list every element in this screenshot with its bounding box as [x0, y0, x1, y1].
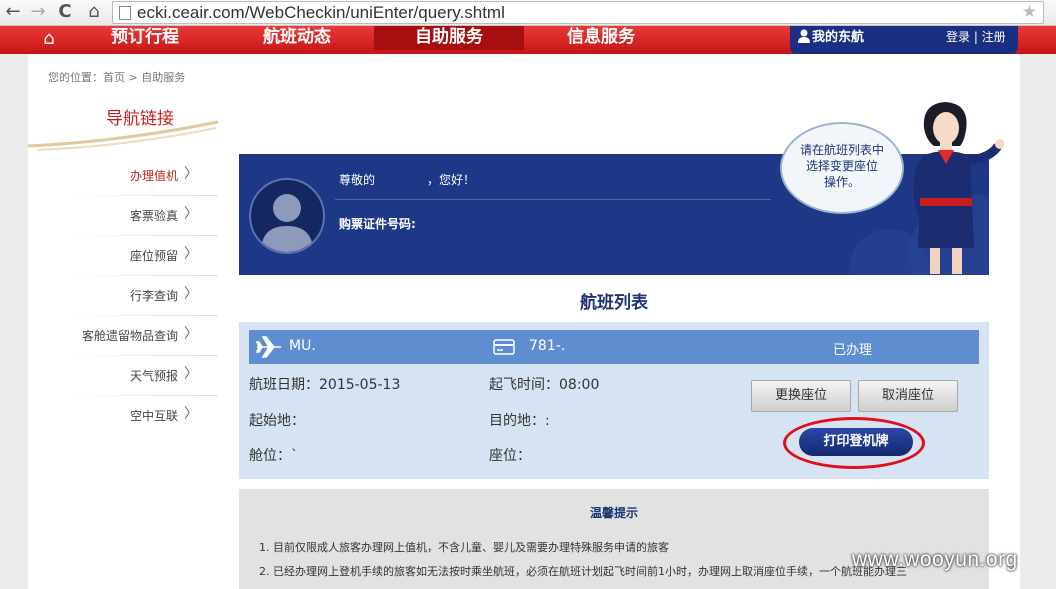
- sidebar-item-baggage[interactable]: 行李查询 〉: [28, 276, 218, 316]
- nav-item-flight-status[interactable]: 航班动态: [222, 26, 372, 50]
- nav-item-self-service[interactable]: 自助服务: [374, 26, 524, 50]
- browser-home-button[interactable]: ⌂: [83, 1, 105, 23]
- departure-time: 起飞时间：08:00: [489, 377, 600, 393]
- tip-item: 2. 已经办理网上登机手续的旅客如无法按时乘坐航班，必须在航班计划起飞时间前1小…: [259, 565, 907, 578]
- sidebar-item-label: 办理值机: [129, 169, 178, 183]
- sidebar-item-label: 客票验真: [129, 209, 178, 223]
- flight-number: MU.: [289, 338, 316, 354]
- reload-icon: C: [58, 1, 72, 22]
- checkin-status: 已办理: [833, 343, 873, 358]
- cabin-class: 舱位：`: [249, 448, 298, 464]
- speech-line: 请在航班列表中: [799, 143, 884, 157]
- speech-text: 请在航班列表中 选择变更座位 操作。: [782, 142, 902, 190]
- speech-bubble: 请在航班列表中 选择变更座位 操作。: [780, 122, 904, 214]
- forward-arrow-icon: →: [30, 1, 46, 22]
- breadcrumb: 您的位置：首页 > 自助服务: [48, 71, 186, 84]
- cancel-seat-button[interactable]: 取消座位: [858, 380, 958, 412]
- sidebar-item-inflight-wifi[interactable]: 空中互联 〉: [28, 396, 218, 436]
- avatar: [249, 178, 325, 254]
- sidebar-item-lost-items[interactable]: 客舱遗留物品查询 〉: [28, 316, 218, 356]
- id-number-label: 购票证件号码:: [339, 217, 416, 231]
- page-icon: [119, 6, 131, 20]
- tips-panel: 温馨提示 1. 目前仅限成人旅客办理网上值机，不含儿童、婴儿及需要办理特殊服务申…: [239, 489, 989, 589]
- sidebar-item-weather[interactable]: 天气预报 〉: [28, 356, 218, 396]
- sidebar-item-label: 客舱遗留物品查询: [81, 329, 178, 343]
- home-icon: ⌂: [88, 1, 100, 22]
- login-register-links[interactable]: 登录 | 注册: [946, 28, 1006, 46]
- watermark: www.wooyun.org: [852, 548, 1018, 571]
- tip-item: 1. 目前仅限成人旅客办理网上值机，不含儿童、婴儿及需要办理特殊服务申请的旅客: [259, 541, 669, 554]
- back-button[interactable]: ←: [2, 1, 24, 23]
- speech-line: 选择变更座位: [805, 159, 878, 173]
- reload-button[interactable]: C: [54, 1, 76, 23]
- bookmark-star-icon[interactable]: ★: [1022, 2, 1037, 23]
- highlight-annotation: [783, 417, 925, 469]
- flight-card-header: MU. 781-. 已办理: [249, 330, 979, 364]
- user-silhouette-icon: [261, 194, 313, 252]
- divider: [335, 199, 771, 200]
- flight-date: 航班日期：2015-05-13: [249, 377, 401, 393]
- user-icon: [798, 29, 810, 43]
- sidebar-title-swoosh: [28, 120, 218, 151]
- chevron-right-icon: 〉: [184, 246, 198, 262]
- chevron-right-icon: 〉: [184, 326, 198, 342]
- my-account-label: 我的东航: [812, 30, 865, 45]
- seat: 座位：: [489, 448, 531, 464]
- url-text: ecki.ceair.com/WebCheckin/uniEnter/query…: [137, 3, 505, 22]
- back-arrow-icon: ←: [5, 1, 21, 22]
- speech-line: 操作。: [823, 175, 860, 189]
- chevron-right-icon: 〉: [184, 206, 198, 222]
- sidebar-item-label: 行李查询: [129, 289, 178, 303]
- chevron-right-icon: 〉: [184, 286, 198, 302]
- flight-card: MU. 781-. 已办理 航班日期：2015-05-13 起飞时间：08:00…: [239, 322, 989, 479]
- ticket-number: 781-.: [529, 338, 566, 354]
- nav-item-booking[interactable]: 预订行程: [70, 26, 220, 50]
- site-home-icon[interactable]: ⌂: [38, 28, 60, 50]
- greeting-suffix: ，您好！: [427, 173, 476, 187]
- airplane-icon: [255, 336, 281, 358]
- tips-title: 温馨提示: [589, 506, 638, 520]
- change-seat-button[interactable]: 更换座位: [751, 380, 851, 412]
- forward-button[interactable]: →: [27, 1, 49, 23]
- my-account-link[interactable]: 我的东航: [798, 28, 864, 48]
- nav-item-info-service[interactable]: 信息服务: [526, 26, 676, 50]
- address-bar[interactable]: ecki.ceair.com/WebCheckin/uniEnter/query…: [112, 1, 1044, 24]
- ticket-card-icon: [493, 339, 515, 355]
- chevron-right-icon: 〉: [184, 166, 198, 182]
- browser-toolbar: ← → C ⌂ ecki.ceair.com/WebCheckin/uniEnt…: [0, 0, 1056, 26]
- sidebar-item-seat-reserve[interactable]: 座位预留 〉: [28, 236, 218, 276]
- chevron-right-icon: 〉: [184, 366, 198, 382]
- sidebar-item-label: 天气预报: [129, 369, 178, 383]
- flight-attendant-illustration: [913, 102, 1004, 274]
- sidebar-item-label: 座位预留: [129, 249, 178, 263]
- page-content: 您的位置：首页 > 自助服务 导航链接 办理值机 〉 客票验真 〉 座位预留 〉…: [28, 54, 1020, 589]
- chevron-right-icon: 〉: [184, 406, 198, 422]
- sidebar-item-ticket-verify[interactable]: 客票验真 〉: [28, 196, 218, 236]
- destination: 目的地：:: [489, 413, 550, 429]
- origin: 起始地：: [249, 413, 305, 429]
- sidebar-item-label: 空中互联: [129, 409, 178, 423]
- flight-list-title: 航班列表: [580, 293, 648, 313]
- sidebar-item-checkin[interactable]: 办理值机 〉: [28, 156, 218, 196]
- greeting-prefix: 尊敬的: [339, 173, 376, 187]
